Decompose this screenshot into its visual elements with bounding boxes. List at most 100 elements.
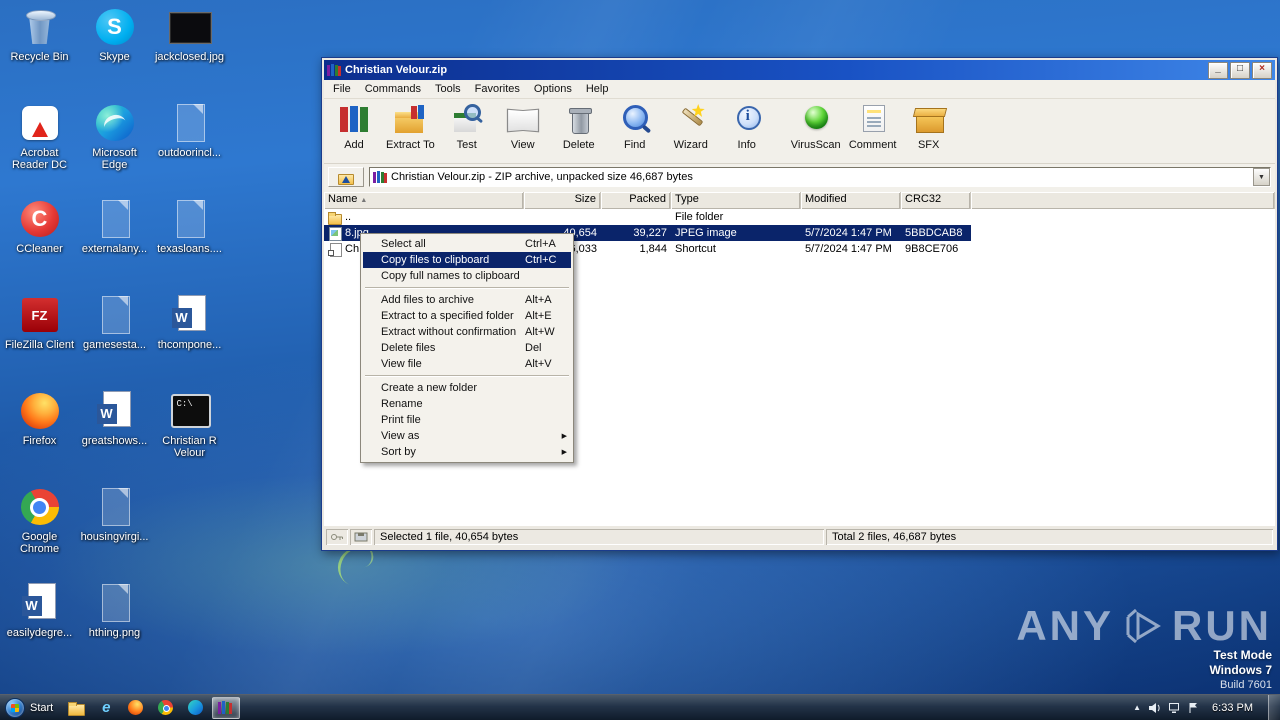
desktop-icon-jackclosed-jpg[interactable]: jackclosed.jpg bbox=[152, 4, 227, 100]
desktop-icon-christian-r-velour[interactable]: C:\ Christian R Velour bbox=[152, 388, 227, 484]
address-combo[interactable]: Christian Velour.zip - ZIP archive, unpa… bbox=[369, 167, 1271, 187]
column-header-modified[interactable]: Modified bbox=[801, 192, 901, 209]
context-menu-item-sort-by[interactable]: Sort by ▶ bbox=[363, 444, 571, 460]
toolbar-view-button[interactable]: View bbox=[495, 102, 551, 151]
context-menu-shortcut: Ctrl+C bbox=[525, 254, 557, 266]
toolbar-comment-button[interactable]: Comment bbox=[845, 102, 901, 151]
toolbar-extract-button[interactable]: Extract To bbox=[382, 102, 439, 151]
taskbar-app-edge[interactable] bbox=[182, 697, 210, 719]
column-header-crc32[interactable]: CRC32 bbox=[901, 192, 971, 209]
up-one-level-button[interactable] bbox=[328, 167, 364, 187]
desktop-icon-google-chrome[interactable]: Google Chrome bbox=[2, 484, 77, 580]
toolbar-wizard-button[interactable]: Wizard bbox=[663, 102, 719, 151]
network-icon[interactable] bbox=[1168, 702, 1181, 714]
toolbar-add-button[interactable]: Add bbox=[326, 102, 382, 151]
ghost-icon bbox=[93, 294, 137, 336]
file-row[interactable]: .. File folder bbox=[324, 209, 971, 225]
taskbar-app-ie[interactable]: e bbox=[92, 697, 120, 719]
address-dropdown-button[interactable]: ▼ bbox=[1253, 168, 1270, 186]
context-menu-item-add-files-to-archive[interactable]: Add files to archive Alt+A bbox=[363, 292, 571, 308]
column-header-packed[interactable]: Packed bbox=[601, 192, 671, 209]
show-desktop-button[interactable] bbox=[1268, 695, 1280, 720]
context-menu-item-view-as[interactable]: View as ▶ bbox=[363, 428, 571, 444]
toolbar-info-button[interactable]: i Info bbox=[719, 102, 775, 151]
context-menu-item-copy-full-names-to-clipboard[interactable]: Copy full names to clipboard bbox=[363, 268, 571, 284]
taskbar-app-explorer[interactable] bbox=[62, 697, 90, 719]
desktop-icon-gamesesta[interactable]: gamesesta... bbox=[77, 292, 152, 388]
toolbar-label: Wizard bbox=[673, 139, 708, 151]
file-name-cell: .. bbox=[324, 209, 524, 225]
desktop-icon-easilydegre[interactable]: Weasilydegre... bbox=[2, 580, 77, 676]
desktop-icon-filezilla-client[interactable]: FZ FileZilla Client bbox=[2, 292, 77, 388]
context-menu-item-delete-files[interactable]: Delete files Del bbox=[363, 340, 571, 356]
desktop-icon-acrobat-reader-dc[interactable]: Acrobat Reader DC bbox=[2, 100, 77, 196]
tray-expand-icon[interactable]: ▲ bbox=[1133, 703, 1141, 712]
desktop-icon-ccleaner[interactable]: C CCleaner bbox=[2, 196, 77, 292]
password-key-icon[interactable] bbox=[326, 529, 348, 545]
menu-options[interactable]: Options bbox=[527, 81, 579, 97]
toolbar-label: Delete bbox=[562, 139, 595, 151]
disk-icon[interactable] bbox=[350, 529, 372, 545]
toolbar-label: Add bbox=[344, 139, 364, 151]
context-menu-item-print-file[interactable]: Print file bbox=[363, 412, 571, 428]
taskbar-clock[interactable]: 6:33 PM bbox=[1206, 702, 1261, 714]
desktop-icon-greatshows[interactable]: Wgreatshows... bbox=[77, 388, 152, 484]
taskbar-app-chrome[interactable] bbox=[152, 697, 180, 719]
column-header-type[interactable]: Type bbox=[671, 192, 801, 209]
desktop-icon-skype[interactable]: S Skype bbox=[77, 4, 152, 100]
context-menu-item-view-file[interactable]: View file Alt+V bbox=[363, 356, 571, 372]
minimize-button[interactable]: _ bbox=[1208, 61, 1228, 79]
action-center-flag-icon[interactable] bbox=[1188, 702, 1199, 714]
desktop-icon-externalany[interactable]: externalany... bbox=[77, 196, 152, 292]
context-menu-item-select-all[interactable]: Select all Ctrl+A bbox=[363, 236, 571, 252]
file-name: .. bbox=[345, 211, 352, 223]
toolbar-find-button[interactable]: Find bbox=[607, 102, 663, 151]
window-controls: _ □ × bbox=[1206, 61, 1272, 79]
context-menu-item-rename[interactable]: Rename bbox=[363, 396, 571, 412]
desktop-icon-label: greatshows... bbox=[81, 435, 148, 447]
desktop-icon-thcompone[interactable]: Wthcompone... bbox=[152, 292, 227, 388]
close-button[interactable]: × bbox=[1252, 61, 1272, 79]
context-menu-label: Copy full names to clipboard bbox=[381, 270, 520, 282]
column-header-size[interactable]: Size bbox=[524, 192, 601, 209]
toolbar-delete-button[interactable]: Delete bbox=[551, 102, 607, 151]
context-menu-shortcut: Alt+E bbox=[525, 310, 552, 322]
maximize-button[interactable]: □ bbox=[1230, 61, 1250, 79]
chevron-down-icon: ▼ bbox=[1258, 173, 1265, 181]
toolbar-sfx-button[interactable]: SFX bbox=[901, 102, 957, 151]
menu-favorites[interactable]: Favorites bbox=[468, 81, 527, 97]
column-header-name[interactable]: Name ▲ bbox=[324, 192, 524, 209]
start-button[interactable]: Start bbox=[0, 695, 61, 720]
desktop-icon-recycle-bin[interactable]: Recycle Bin bbox=[2, 4, 77, 100]
desktop-icon-label: FileZilla Client bbox=[4, 339, 75, 351]
context-menu-item-create-a-new-folder[interactable]: Create a new folder bbox=[363, 380, 571, 396]
context-menu-item-copy-files-to-clipboard[interactable]: Copy files to clipboard Ctrl+C bbox=[363, 252, 571, 268]
info-glyph: i bbox=[745, 108, 750, 124]
taskbar-app-firefox[interactable] bbox=[122, 697, 150, 719]
window-titlebar[interactable]: Christian Velour.zip _ □ × bbox=[324, 60, 1275, 80]
ie-icon: e bbox=[97, 699, 115, 716]
menu-tools[interactable]: Tools bbox=[428, 81, 468, 97]
taskbar-app-winrar[interactable] bbox=[212, 696, 241, 719]
menu-bar: File Commands Tools Favorites Options Help bbox=[324, 80, 1275, 99]
menu-file[interactable]: File bbox=[326, 81, 358, 97]
toolbar-test-button[interactable]: Test bbox=[439, 102, 495, 151]
menu-help[interactable]: Help bbox=[579, 81, 616, 97]
desktop-icon-firefox[interactable]: Firefox bbox=[2, 388, 77, 484]
desktop-icon-texasloans[interactable]: texasloans.... bbox=[152, 196, 227, 292]
desktop-icon-housingvirgi[interactable]: housingvirgi... bbox=[77, 484, 152, 580]
windows-orb-icon bbox=[5, 697, 25, 718]
desktop-icon-microsoft-edge[interactable]: Microsoft Edge bbox=[77, 100, 152, 196]
desktop-icon-grid: Recycle Bin Acrobat Reader DC C CCleaner FZ F… bbox=[2, 4, 227, 676]
file-packed: 39,227 bbox=[633, 227, 667, 239]
submenu-arrow-icon: ▶ bbox=[561, 433, 567, 440]
desktop-icon-outdoorincl[interactable]: outdoorincl... bbox=[152, 100, 227, 196]
context-menu-item-extract-without-confirmation[interactable]: Extract without confirmation Alt+W bbox=[363, 324, 571, 340]
firefox-icon bbox=[127, 699, 145, 716]
toolbar-virusscan-button[interactable]: VirusScan bbox=[787, 102, 845, 151]
start-label: Start bbox=[30, 701, 54, 714]
volume-icon[interactable] bbox=[1148, 702, 1161, 714]
menu-commands[interactable]: Commands bbox=[358, 81, 428, 97]
context-menu-item-extract-to-a-specified-folder[interactable]: Extract to a specified folder Alt+E bbox=[363, 308, 571, 324]
desktop-icon-hthing-png[interactable]: hthing.png bbox=[77, 580, 152, 676]
